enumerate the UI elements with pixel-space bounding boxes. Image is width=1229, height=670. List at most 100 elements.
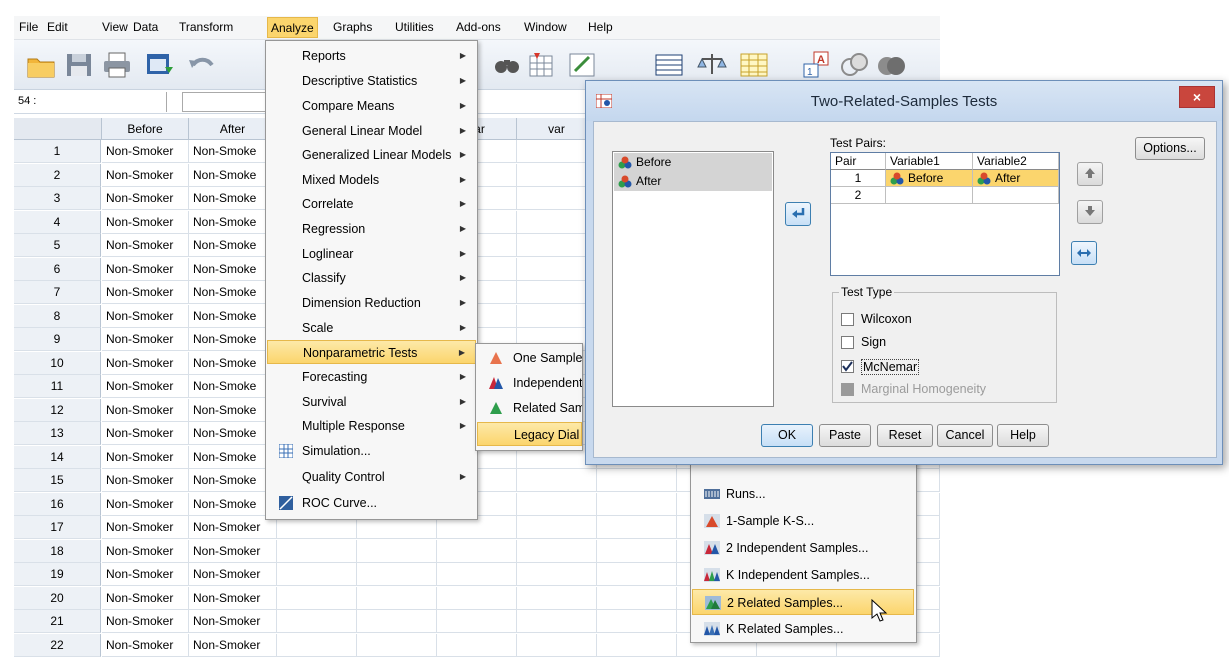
row-number[interactable]: 22 xyxy=(14,633,101,657)
cell-after[interactable]: Non-Smoke xyxy=(189,351,277,375)
cell-before[interactable]: Non-Smoker xyxy=(102,234,189,257)
cell-before[interactable]: Non-Smoker xyxy=(102,586,189,610)
cell-before[interactable]: Non-Smoker xyxy=(102,351,189,375)
cell-before[interactable]: Non-Smoker xyxy=(102,492,189,516)
cell-before[interactable]: Non-Smoker xyxy=(102,163,189,187)
pair-variable1-cell[interactable] xyxy=(886,187,973,204)
menu-reports[interactable]: Reports ▶ xyxy=(267,44,476,68)
row-number[interactable]: 17 xyxy=(14,516,101,539)
menu-dimension-reduction[interactable]: Dimension Reduction ▶ xyxy=(267,291,476,315)
cell-before[interactable]: Non-Smoker xyxy=(102,257,189,281)
menu-analyze[interactable]: Analyze xyxy=(267,17,318,38)
cell-before[interactable]: Non-Smoker xyxy=(102,398,189,422)
dialog-recall-icon[interactable] xyxy=(145,51,175,79)
cell-empty[interactable] xyxy=(517,633,597,657)
menu-survival[interactable]: Survival ▶ xyxy=(267,390,476,414)
cell-empty[interactable] xyxy=(277,563,357,586)
row-number[interactable]: 3 xyxy=(14,187,101,210)
show-all-variables-icon[interactable] xyxy=(876,51,906,79)
move-down-button[interactable] xyxy=(1077,200,1103,224)
cell-before[interactable]: Non-Smoker xyxy=(102,187,189,210)
swap-variables-button[interactable] xyxy=(1071,241,1097,265)
row-number[interactable]: 21 xyxy=(14,610,101,633)
cell-empty[interactable] xyxy=(597,633,677,657)
row-number[interactable]: 7 xyxy=(14,281,101,304)
cell-after[interactable]: Non-Smoker xyxy=(189,633,277,657)
menu-edit[interactable]: Edit xyxy=(47,20,68,34)
cell-empty[interactable] xyxy=(517,492,597,516)
cell-after[interactable]: Non-Smoker xyxy=(189,516,277,539)
menu-one-sample[interactable]: One Sample xyxy=(477,346,582,370)
cell-after[interactable]: Non-Smoke xyxy=(189,234,277,257)
cell-empty[interactable] xyxy=(277,586,357,610)
row-number[interactable]: 9 xyxy=(14,328,101,351)
menu-multiple-response[interactable]: Multiple Response ▶ xyxy=(267,414,476,438)
cell-empty[interactable] xyxy=(277,633,357,657)
pair-variable2-cell[interactable]: After xyxy=(973,170,1059,187)
cell-empty[interactable] xyxy=(597,516,677,539)
cell-before[interactable]: Non-Smoker xyxy=(102,445,189,469)
insert-cases-icon[interactable] xyxy=(527,51,557,79)
cell-empty[interactable] xyxy=(597,563,677,586)
menu-compare-means[interactable]: Compare Means ▶ xyxy=(267,94,476,118)
test-pairs-table[interactable]: Pair Variable1 Variable2 1 Before After … xyxy=(830,152,1060,276)
mcnemar-checkbox[interactable] xyxy=(841,360,854,373)
paste-button[interactable]: Paste xyxy=(819,424,871,447)
menu-data[interactable]: Data xyxy=(133,20,158,34)
dialog-close-button[interactable]: × xyxy=(1179,86,1215,108)
cell-before[interactable]: Non-Smoker xyxy=(102,422,189,445)
cell-before[interactable]: Non-Smoker xyxy=(102,140,189,163)
print-icon[interactable] xyxy=(102,51,132,79)
cell-before[interactable]: Non-Smoker xyxy=(102,516,189,539)
insert-variable-icon[interactable] xyxy=(567,51,597,79)
menu-legacy-dialogs[interactable]: Legacy Dial xyxy=(477,422,582,446)
move-pair-button[interactable] xyxy=(785,202,811,226)
row-number[interactable]: 16 xyxy=(14,492,101,516)
row-number[interactable]: 2 xyxy=(14,163,101,187)
open-folder-icon[interactable] xyxy=(26,51,56,79)
cell-before[interactable]: Non-Smoker xyxy=(102,539,189,563)
menu-transform[interactable]: Transform xyxy=(179,20,233,34)
save-icon[interactable] xyxy=(64,51,94,79)
row-number[interactable]: 15 xyxy=(14,469,101,492)
variable-before[interactable]: Before xyxy=(614,153,772,172)
cell-before[interactable]: Non-Smoker xyxy=(102,328,189,351)
menu-classify[interactable]: Classify ▶ xyxy=(267,266,476,290)
row-number[interactable]: 1 xyxy=(14,140,101,163)
cell-after[interactable]: Non-Smoke xyxy=(189,469,277,492)
cell-empty[interactable] xyxy=(517,586,597,610)
cell-after[interactable]: Non-Smoke xyxy=(189,445,277,469)
dialog-title-bar[interactable]: Two-Related-Samples Tests × xyxy=(586,81,1222,121)
cell-after[interactable]: Non-Smoker xyxy=(189,539,277,563)
cell-before[interactable]: Non-Smoker xyxy=(102,633,189,657)
row-number[interactable]: 19 xyxy=(14,563,101,586)
menu-nonparametric-tests[interactable]: Nonparametric Tests ▶ xyxy=(267,340,476,364)
cell-empty[interactable] xyxy=(437,586,517,610)
cell-after[interactable]: Non-Smoke xyxy=(189,398,277,422)
menu-independent-samples[interactable]: Independent xyxy=(477,371,582,395)
cell-empty[interactable] xyxy=(517,539,597,563)
cell-empty[interactable] xyxy=(357,563,437,586)
menu-runs[interactable]: Runs... xyxy=(692,481,914,507)
cell-after[interactable]: Non-Smoke xyxy=(189,328,277,351)
cell-before[interactable]: Non-Smoker xyxy=(102,375,189,398)
cell-before[interactable]: Non-Smoker xyxy=(102,469,189,492)
menu-general-linear-model[interactable]: General Linear Model ▶ xyxy=(267,119,476,143)
cell-empty[interactable] xyxy=(517,469,597,492)
row-number[interactable]: 11 xyxy=(14,375,101,398)
cell-after[interactable]: Non-Smoker xyxy=(189,610,277,633)
row-number[interactable]: 10 xyxy=(14,351,101,375)
cell-empty[interactable] xyxy=(597,469,677,492)
cell-empty[interactable] xyxy=(357,539,437,563)
menu-quality-control[interactable]: Quality Control ▶ xyxy=(267,465,476,489)
cell-after[interactable]: Non-Smoke xyxy=(189,422,277,445)
cell-before[interactable]: Non-Smoker xyxy=(102,563,189,586)
row-number[interactable]: 14 xyxy=(14,445,101,469)
cell-after[interactable]: Non-Smoke xyxy=(189,210,277,234)
row-number[interactable]: 6 xyxy=(14,257,101,281)
weight-cases-icon[interactable] xyxy=(697,51,727,79)
wilcoxon-checkbox[interactable] xyxy=(841,313,854,326)
menu-generalized-linear-models[interactable]: Generalized Linear Models ▶ xyxy=(267,143,476,167)
cell-empty[interactable] xyxy=(597,539,677,563)
menu-1-sample-ks[interactable]: 1-Sample K-S... xyxy=(692,508,914,534)
